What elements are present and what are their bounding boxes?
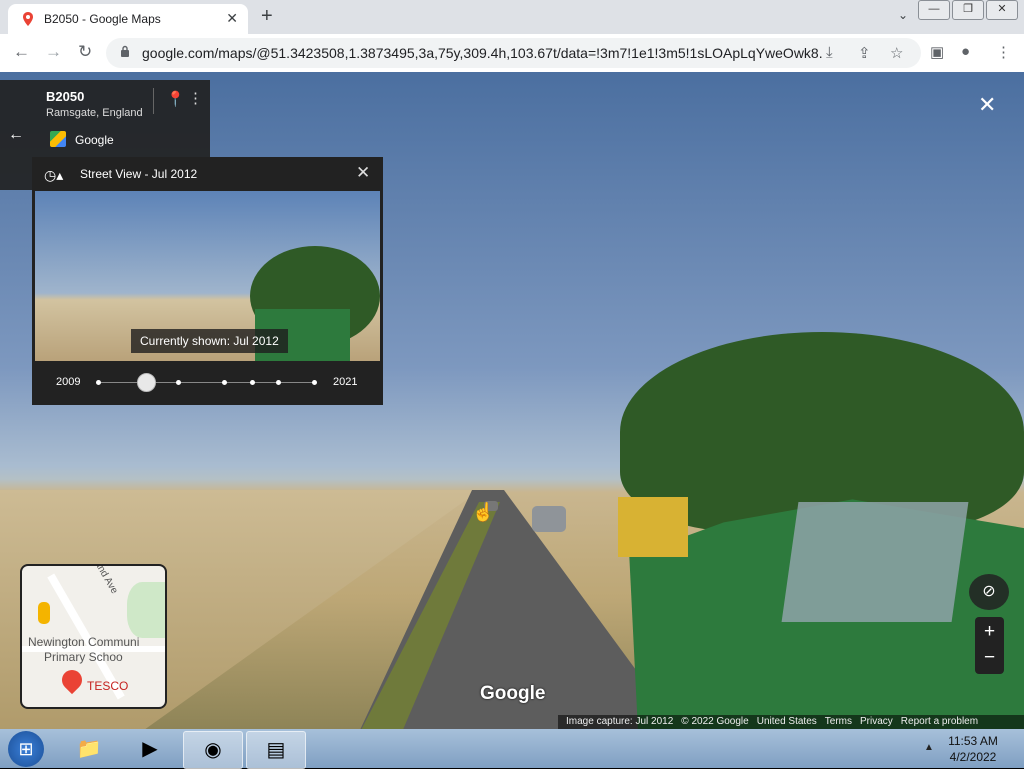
url-text: google.com/maps/@51.3423508,1.3873495,3a…: [142, 45, 822, 61]
back-strip[interactable]: ←: [0, 80, 32, 190]
zoom-controls: + −: [975, 617, 1004, 674]
time-travel-preview[interactable]: Currently shown: Jul 2012: [35, 191, 380, 361]
pegman-icon[interactable]: [38, 602, 50, 624]
provider-name: Google: [75, 133, 114, 147]
timeline-dot[interactable]: [250, 380, 255, 385]
zoom-out-button[interactable]: −: [975, 647, 1004, 669]
timeline-dot[interactable]: [312, 380, 317, 385]
end-year: 2021: [333, 376, 358, 388]
new-tab-button[interactable]: +: [261, 6, 273, 26]
browser-toolbar: ← → ↻ google.com/maps/@51.3423508,1.3873…: [0, 34, 1024, 73]
timeline-dot[interactable]: [96, 380, 101, 385]
map-marker-icon[interactable]: [57, 665, 87, 695]
close-time-travel-icon[interactable]: ✕: [356, 163, 370, 183]
windows-taskbar: ⊞ 📁 ▶ ◉ ▤ ▲ 11:53 AM 4/2/2022: [0, 729, 1024, 769]
hand-cursor-icon: ☝: [472, 502, 495, 522]
map-label-street: and Ave: [92, 564, 120, 596]
timeline-slider-thumb[interactable]: [136, 373, 156, 392]
chrome-icon[interactable]: ◉: [183, 731, 243, 769]
close-street-view-button[interactable]: ✕: [978, 92, 996, 118]
install-icon[interactable]: ⤓: [826, 44, 833, 61]
compass-icon[interactable]: ⊘: [969, 574, 1009, 610]
car: [532, 506, 566, 532]
location-pin-icon[interactable]: 📍: [166, 90, 185, 108]
truck-window: [781, 502, 969, 622]
tab-close-icon[interactable]: ✕: [226, 10, 238, 27]
file-explorer-icon[interactable]: 📁: [60, 731, 118, 767]
start-button-icon[interactable]: ⊞: [8, 731, 44, 767]
attribution-bar: Image capture: Jul 2012 © 2022 Google Un…: [558, 715, 1024, 729]
street-view-canvas[interactable]: ☝ ✕ ← B2050 Ramsgate, England 📍 ⋮ Google…: [0, 72, 1024, 729]
clock-date: 4/2/2022: [949, 750, 997, 764]
minimap[interactable]: and Ave Newington Communi Primary Schoo …: [20, 564, 167, 709]
terms-link[interactable]: Terms: [825, 715, 852, 729]
privacy-link[interactable]: Privacy: [860, 715, 893, 729]
minimize-button[interactable]: —: [918, 0, 950, 20]
history-clock-icon[interactable]: ◷▴: [44, 167, 63, 184]
park-area: [127, 582, 165, 638]
tab-title: B2050 - Google Maps: [44, 12, 161, 26]
region-link[interactable]: United States: [757, 715, 817, 729]
maximize-button[interactable]: ❐: [952, 0, 984, 20]
reload-icon[interactable]: ↻: [78, 42, 92, 62]
tab-strip: B2050 - Google Maps ✕ + ⌄ — ❐ ✕: [0, 0, 1024, 34]
report-problem-link[interactable]: Report a problem: [901, 715, 978, 729]
map-label-place: TESCO: [87, 679, 129, 693]
media-player-icon[interactable]: ▶: [121, 731, 179, 767]
google-watermark: Google: [480, 683, 546, 704]
timeline-dot[interactable]: [176, 380, 181, 385]
address-subtitle: Ramsgate, England: [46, 107, 143, 119]
clock-time: 11:53 AM: [948, 734, 998, 748]
profile-avatar-icon[interactable]: ●: [961, 43, 970, 60]
system-clock[interactable]: 11:53 AM 4/2/2022: [938, 733, 1008, 765]
back-icon[interactable]: ←: [13, 42, 30, 62]
bookmark-star-icon[interactable]: ☆: [890, 44, 903, 62]
side-panel-icon[interactable]: ▣: [930, 43, 944, 61]
lock-icon: [121, 45, 129, 57]
tab-google-maps[interactable]: B2050 - Google Maps ✕: [8, 4, 248, 34]
map-label-school-2: Primary Schoo: [44, 650, 123, 664]
card-divider: [153, 88, 154, 114]
truck-equipment: [618, 497, 688, 557]
address-card: B2050 Ramsgate, England 📍 ⋮ Google: [32, 80, 210, 158]
share-icon[interactable]: ⇪: [858, 44, 871, 62]
zoom-in-button[interactable]: +: [975, 621, 1004, 643]
map-label-school: Newington Communi: [28, 635, 140, 649]
time-travel-panel: ◷▴ Street View - Jul 2012 ✕ Currently sh…: [32, 157, 383, 405]
start-year: 2009: [56, 376, 81, 388]
window-controls: — ❐ ✕: [916, 0, 1018, 20]
time-travel-title: Street View - Jul 2012: [80, 167, 198, 181]
timeline-dot[interactable]: [222, 380, 227, 385]
tray-expand-icon[interactable]: ▲: [924, 742, 934, 753]
image-capture-date: Image capture: Jul 2012: [566, 716, 674, 727]
copyright: © 2022 Google: [681, 716, 749, 727]
more-options-icon[interactable]: ⋮: [188, 89, 203, 107]
back-arrow-icon[interactable]: ←: [8, 126, 24, 144]
control-panel-icon[interactable]: ▤: [246, 731, 306, 769]
tab-search-icon[interactable]: ⌄: [898, 8, 908, 22]
maps-pin-icon: [23, 12, 33, 26]
timeline-dot[interactable]: [276, 380, 281, 385]
google-maps-logo-icon: [50, 131, 66, 147]
timeline-track[interactable]: [98, 382, 316, 383]
address-title: B2050: [46, 89, 85, 104]
currently-shown-tooltip: Currently shown: Jul 2012: [131, 329, 288, 353]
close-window-button[interactable]: ✕: [986, 0, 1018, 20]
address-bar[interactable]: google.com/maps/@51.3423508,1.3873495,3a…: [106, 38, 921, 68]
menu-kebab-icon[interactable]: ⋮: [996, 43, 1011, 61]
forward-icon[interactable]: →: [45, 42, 62, 62]
